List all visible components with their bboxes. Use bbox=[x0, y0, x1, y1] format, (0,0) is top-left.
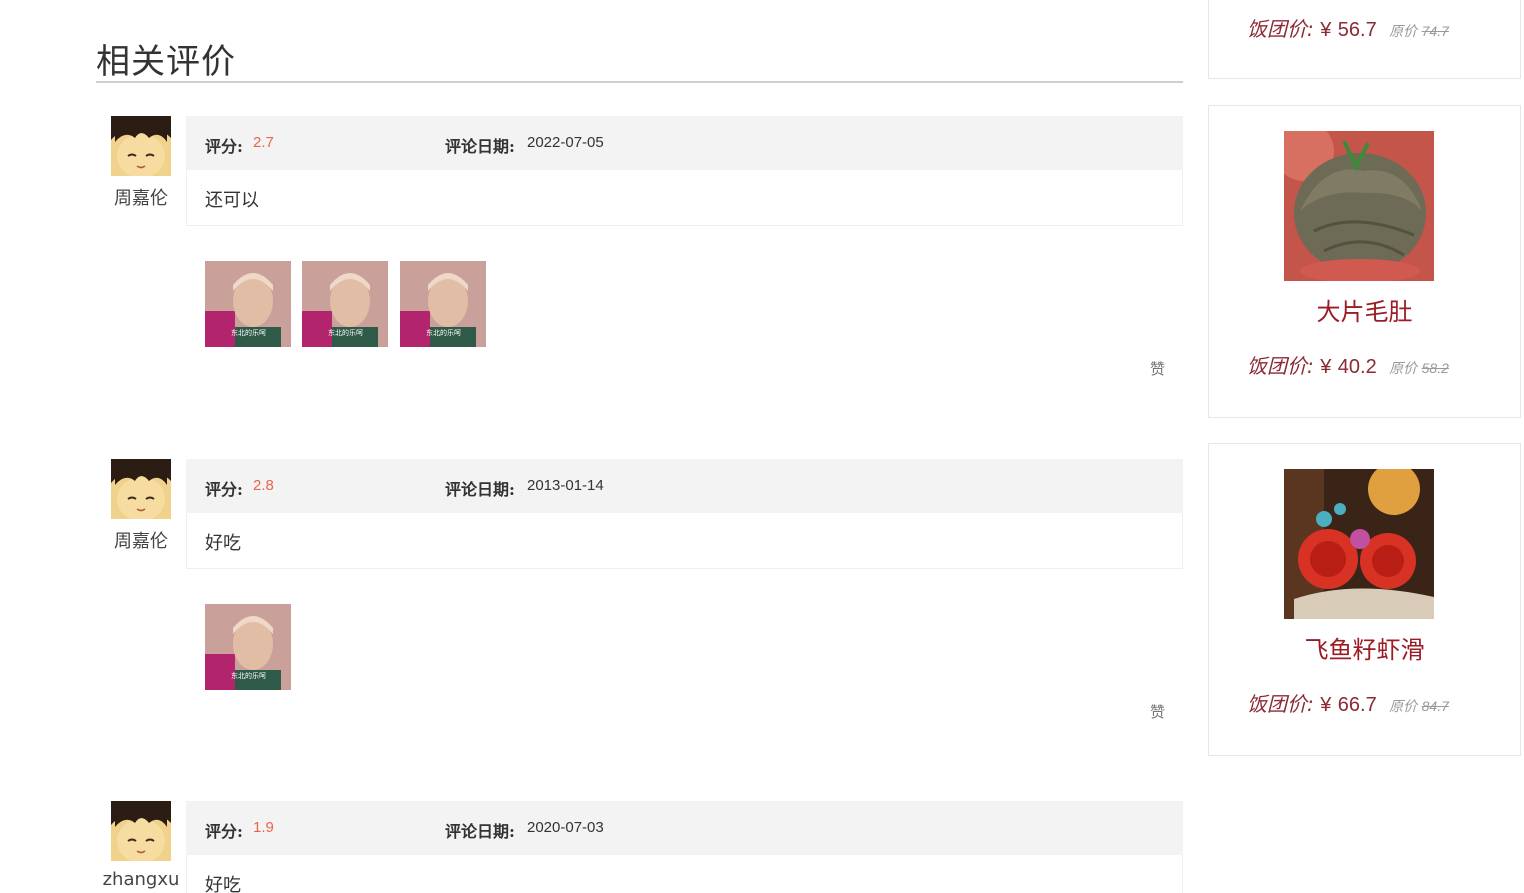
section-title: 相关评价 bbox=[96, 42, 236, 82]
score-value: 2.7 bbox=[253, 134, 274, 151]
original-price-value: 58.2 bbox=[1421, 360, 1449, 376]
date-value: 2013-01-14 bbox=[527, 477, 604, 494]
username[interactable]: 周嘉伦 bbox=[96, 184, 186, 210]
date-value: 2020-07-03 bbox=[527, 819, 604, 836]
original-price-value: 84.7 bbox=[1421, 698, 1449, 714]
product-image[interactable] bbox=[1284, 131, 1434, 281]
score-value: 2.8 bbox=[253, 477, 274, 494]
product-card[interactable]: 大片毛肚 饭团价: ¥ 40.2 原价 58.2 bbox=[1208, 105, 1521, 418]
currency-symbol: ¥ bbox=[1320, 19, 1332, 41]
currency-symbol: ¥ bbox=[1320, 356, 1332, 378]
score-value: 1.9 bbox=[253, 819, 274, 836]
like-button[interactable]: 赞 bbox=[1150, 358, 1165, 379]
price-row: 饭团价: ¥ 40.2 原价 58.2 bbox=[1247, 350, 1449, 379]
date-label: 评论日期: bbox=[445, 822, 515, 841]
review-meta-bar: 评分: 2.7 评论日期: 2022-07-05 bbox=[186, 116, 1183, 170]
page: 相关评价 周嘉伦 评分: 2.7 评论日期: 2022-07-05 还可以 东北… bbox=[0, 0, 1524, 893]
product-image[interactable] bbox=[1284, 469, 1434, 619]
score-label: 评分: bbox=[205, 822, 243, 841]
svg-text:东北的乐呵: 东北的乐呵 bbox=[231, 328, 266, 337]
avatar[interactable] bbox=[111, 801, 171, 861]
original-price-label: 原价 bbox=[1389, 24, 1418, 40]
original-price-label: 原价 bbox=[1389, 361, 1418, 377]
section-divider bbox=[96, 81, 1183, 83]
review-text: 好吃 bbox=[205, 533, 241, 554]
review-photo[interactable]: 东北的乐呵 bbox=[205, 604, 291, 690]
product-card[interactable]: 饭团价: ¥ 56.7 原价 74.7 bbox=[1208, 0, 1521, 79]
product-name[interactable]: 飞鱼籽虾滑 bbox=[1209, 630, 1520, 665]
group-price-value: 56.7 bbox=[1337, 19, 1377, 41]
like-button[interactable]: 赞 bbox=[1150, 701, 1165, 722]
review-photo[interactable]: 东北的乐呵 bbox=[302, 261, 388, 347]
product-card[interactable]: 飞鱼籽虾滑 饭团价: ¥ 66.7 原价 84.7 bbox=[1208, 443, 1521, 756]
price-row: 饭团价: ¥ 66.7 原价 84.7 bbox=[1247, 688, 1449, 717]
group-price-value: 66.7 bbox=[1337, 694, 1377, 716]
price-row: 饭团价: ¥ 56.7 原价 74.7 bbox=[1247, 13, 1449, 42]
original-price-label: 原价 bbox=[1389, 699, 1418, 715]
original-price-value: 74.7 bbox=[1421, 23, 1449, 39]
avatar[interactable] bbox=[111, 116, 171, 176]
review-body: 好吃 bbox=[186, 513, 1183, 569]
avatar[interactable] bbox=[111, 459, 171, 519]
review-meta-bar: 评分: 2.8 评论日期: 2013-01-14 bbox=[186, 459, 1183, 513]
product-name[interactable]: 大片毛肚 bbox=[1209, 292, 1520, 327]
review-photo[interactable]: 东北的乐呵 bbox=[400, 261, 486, 347]
svg-text:东北的乐呵: 东北的乐呵 bbox=[231, 671, 266, 680]
review-body: 还可以 bbox=[186, 170, 1183, 226]
date-label: 评论日期: bbox=[445, 137, 515, 156]
date-value: 2022-07-05 bbox=[527, 134, 604, 151]
review-body: 好吃 bbox=[186, 855, 1183, 893]
date-label: 评论日期: bbox=[445, 480, 515, 499]
score-label: 评分: bbox=[205, 137, 243, 156]
svg-text:东北的乐呵: 东北的乐呵 bbox=[328, 328, 363, 337]
username[interactable]: zhangxu bbox=[88, 869, 194, 890]
currency-symbol: ¥ bbox=[1320, 694, 1332, 716]
svg-text:东北的乐呵: 东北的乐呵 bbox=[426, 328, 461, 337]
score-label: 评分: bbox=[205, 480, 243, 499]
group-price-label: 饭团价: bbox=[1247, 692, 1314, 716]
review-photo[interactable]: 东北的乐呵 bbox=[205, 261, 291, 347]
review-text: 好吃 bbox=[205, 875, 241, 893]
review-text: 还可以 bbox=[205, 190, 259, 211]
review-meta-bar: 评分: 1.9 评论日期: 2020-07-03 bbox=[186, 801, 1183, 855]
group-price-value: 40.2 bbox=[1337, 356, 1377, 378]
username[interactable]: 周嘉伦 bbox=[96, 527, 186, 553]
group-price-label: 饭团价: bbox=[1247, 17, 1314, 41]
group-price-label: 饭团价: bbox=[1247, 354, 1314, 378]
